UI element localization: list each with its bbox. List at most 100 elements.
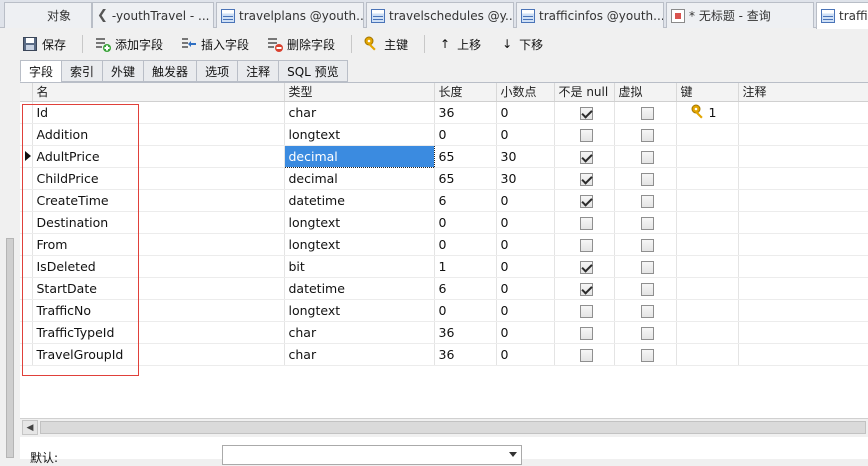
field-type-cell[interactable]: char — [284, 321, 435, 344]
row-indicator[interactable] — [20, 145, 33, 168]
key-cell[interactable] — [676, 233, 739, 256]
field-type-cell[interactable]: longtext — [284, 123, 435, 146]
virtual-checkbox[interactable] — [640, 128, 654, 142]
row-indicator[interactable] — [20, 123, 33, 146]
key-cell[interactable] — [676, 343, 739, 366]
virtual-checkbox[interactable] — [640, 260, 654, 274]
row-indicator[interactable] — [20, 189, 33, 212]
field-type-cell[interactable]: decimal — [283, 144, 435, 168]
virtual-checkbox[interactable] — [640, 326, 654, 340]
table-row[interactable]: Addition longtext 0 0 — [20, 123, 868, 146]
field-decimals-cell[interactable]: 30 — [496, 145, 555, 168]
column-header-name[interactable]: 名 — [32, 83, 285, 102]
key-cell[interactable] — [676, 321, 739, 344]
comment-cell[interactable] — [738, 321, 868, 344]
field-length-cell[interactable]: 0 — [434, 123, 497, 146]
not-null-checkbox[interactable] — [579, 150, 593, 164]
field-name-cell[interactable]: Addition — [32, 123, 285, 146]
table-row[interactable]: Destination longtext 0 0 — [20, 211, 868, 234]
tab-travelschedules[interactable]: travelschedules @y... — [366, 2, 514, 28]
field-name-cell[interactable]: CreateTime — [32, 189, 285, 212]
primary-key-button[interactable]: 主键 — [362, 33, 410, 55]
table-row[interactable]: IsDeleted bit 1 0 — [20, 255, 868, 278]
field-decimals-cell[interactable]: 0 — [496, 277, 555, 300]
tab-objects[interactable]: 对象 — [4, 2, 92, 28]
field-decimals-cell[interactable]: 0 — [496, 123, 555, 146]
column-header-virtual[interactable]: 虚拟 — [614, 83, 677, 102]
virtual-checkbox[interactable] — [640, 282, 654, 296]
field-name-cell[interactable]: StartDate — [32, 277, 285, 300]
not-null-checkbox[interactable] — [579, 194, 593, 208]
field-name-cell[interactable]: IsDeleted — [32, 255, 285, 278]
column-header-decimals[interactable]: 小数点 — [496, 83, 555, 102]
field-name-cell[interactable]: AdultPrice — [32, 145, 285, 168]
field-name-cell[interactable]: TravelGroupId — [32, 343, 285, 366]
field-decimals-cell[interactable]: 0 — [496, 233, 555, 256]
row-indicator[interactable] — [20, 321, 33, 344]
comment-cell[interactable] — [738, 189, 868, 212]
comment-cell[interactable] — [738, 101, 868, 124]
field-length-cell[interactable]: 65 — [434, 145, 497, 168]
table-row[interactable]: ChildPrice decimal 65 30 — [20, 167, 868, 190]
row-indicator[interactable] — [20, 277, 33, 300]
field-length-cell[interactable]: 36 — [434, 321, 497, 344]
key-cell[interactable] — [676, 277, 739, 300]
not-null-checkbox[interactable] — [579, 128, 593, 142]
key-cell[interactable] — [676, 255, 739, 278]
key-cell[interactable] — [676, 123, 739, 146]
tab-traffic-active[interactable]: traffic — [816, 2, 868, 29]
comment-cell[interactable] — [738, 233, 868, 256]
field-name-cell[interactable]: TrafficNo — [32, 299, 285, 322]
field-name-cell[interactable]: From — [32, 233, 285, 256]
not-null-checkbox[interactable] — [579, 106, 593, 120]
not-null-checkbox[interactable] — [579, 304, 593, 318]
virtual-checkbox[interactable] — [640, 194, 654, 208]
table-row[interactable]: AdultPrice decimal 65 30 — [20, 144, 868, 168]
vertical-scrollbar-thumb[interactable] — [6, 238, 14, 458]
save-button[interactable]: 保存 — [20, 33, 68, 55]
field-decimals-cell[interactable]: 0 — [496, 101, 555, 124]
field-decimals-cell[interactable]: 0 — [496, 299, 555, 322]
tab-triggers[interactable]: 触发器 — [143, 60, 198, 82]
row-indicator[interactable] — [20, 101, 33, 124]
tab-travelplans[interactable]: travelplans @youth... — [216, 2, 364, 28]
tab-indexes[interactable]: 索引 — [61, 60, 104, 82]
field-length-cell[interactable]: 6 — [434, 277, 497, 300]
chevron-down-icon[interactable] — [509, 452, 517, 457]
field-decimals-cell[interactable]: 0 — [496, 189, 555, 212]
not-null-checkbox[interactable] — [579, 216, 593, 230]
key-cell[interactable] — [676, 145, 739, 168]
table-row[interactable]: StartDate datetime 6 0 — [20, 277, 868, 300]
field-decimals-cell[interactable]: 0 — [496, 321, 555, 344]
field-decimals-cell[interactable]: 0 — [496, 255, 555, 278]
field-name-cell[interactable]: Destination — [32, 211, 285, 234]
key-cell[interactable] — [676, 189, 739, 212]
delete-field-button[interactable]: 删除字段 — [265, 33, 337, 55]
comment-cell[interactable] — [738, 299, 868, 322]
virtual-checkbox[interactable] — [640, 150, 654, 164]
move-down-button[interactable]: ↓ 下移 — [497, 33, 545, 55]
row-indicator[interactable] — [20, 233, 33, 256]
table-row[interactable]: TrafficTypeId char 36 0 — [20, 321, 868, 344]
table-row[interactable]: Id char 36 0 1 — [20, 101, 868, 124]
field-length-cell[interactable]: 0 — [434, 211, 497, 234]
field-type-cell[interactable]: longtext — [284, 299, 435, 322]
field-length-cell[interactable]: 0 — [434, 233, 497, 256]
not-null-checkbox[interactable] — [579, 238, 593, 252]
field-type-cell[interactable]: char — [284, 343, 435, 366]
not-null-checkbox[interactable] — [579, 172, 593, 186]
key-cell[interactable] — [676, 167, 739, 190]
key-cell[interactable]: 1 — [676, 101, 739, 124]
field-length-cell[interactable]: 1 — [434, 255, 497, 278]
virtual-checkbox[interactable] — [640, 304, 654, 318]
column-header-comment[interactable]: 注释 — [738, 83, 868, 102]
row-indicator[interactable] — [20, 211, 33, 234]
comment-cell[interactable] — [738, 211, 868, 234]
column-header-not-null[interactable]: 不是 null — [554, 83, 615, 102]
field-decimals-cell[interactable]: 30 — [496, 167, 555, 190]
tab-fields[interactable]: 字段 — [20, 60, 63, 82]
not-null-checkbox[interactable] — [579, 348, 593, 362]
key-cell[interactable] — [676, 211, 739, 234]
comment-cell[interactable] — [738, 255, 868, 278]
comment-cell[interactable] — [738, 123, 868, 146]
